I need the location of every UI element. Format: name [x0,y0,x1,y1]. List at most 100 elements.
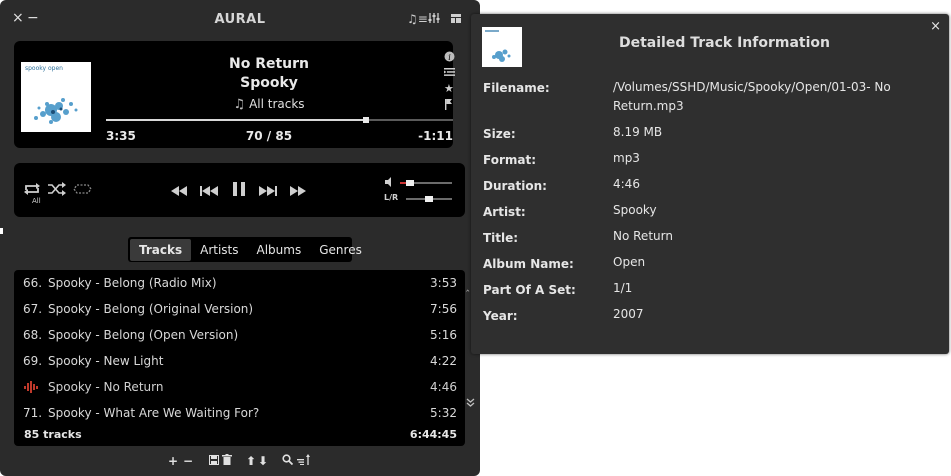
filename-value: /Volumes/SSHD/Music/Spooky/Open/01-03- N… [613,80,891,113]
next-track-icon[interactable] [259,184,277,198]
track-list: 66. Spooky - Belong (Radio Mix) 3:53 67.… [14,270,465,446]
music-note-icon: ♫ [233,97,246,112]
track-name: Spooky - Belong (Original Version) [48,302,254,316]
scroll-to-bottom-icon[interactable] [466,398,475,411]
duration-label: Duration: [483,179,547,193]
tab-genres[interactable]: Genres [310,239,371,261]
playlist-label: ♫ All tracks [104,97,434,112]
track-duration: 5:32 [430,406,457,420]
bookmark-icon[interactable] [444,99,453,113]
track-row[interactable]: 69. Spooky - New Light 4:22 [14,348,465,374]
scroll-up-icon[interactable]: ‸ [466,281,469,292]
track-row-playing[interactable]: Spooky - No Return 4:46 [14,374,465,400]
size-label: Size: [483,127,516,141]
track-position: 70 / 85 [245,129,293,143]
save-icon[interactable] [209,454,219,468]
track-name: Spooky - Belong (Radio Mix) [48,276,217,290]
balance-slider[interactable] [406,196,452,202]
track-row[interactable]: 67. Spooky - Belong (Original Version) 7… [14,296,465,322]
repeat-mode-label: All [32,197,41,205]
track-info-popover: × Detailed Track Information Filename: /… [471,14,949,354]
track-artist: Spooky [240,75,298,91]
album-name-label: Album Name: [483,257,574,271]
repeat-icon[interactable] [23,182,41,198]
artist-label: Artist: [483,205,526,219]
seek-bar[interactable] [106,117,453,123]
volume-icon[interactable] [385,177,395,190]
track-row[interactable]: 66. Spooky - Belong (Radio Mix) 3:53 [14,270,465,296]
album-art: spooky open [21,62,91,132]
format-value: mp3 [613,151,640,165]
track-count: 85 tracks [24,428,82,441]
move-down-icon[interactable]: ⬇ [258,454,268,468]
previous-track-icon[interactable] [200,184,218,198]
format-label: Format: [483,153,537,167]
tab-artists[interactable]: Artists [191,239,247,261]
track-number: 68. [23,328,43,342]
tab-albums[interactable]: Albums [248,239,311,261]
shuffle-icon[interactable] [47,182,67,198]
title-bar: × − AURAL ♫≡ [0,0,480,40]
track-number: 71. [23,406,43,420]
now-playing-icon [23,381,41,393]
effects-icon[interactable] [428,12,440,27]
volume-slider[interactable] [400,180,452,186]
balance-label: L/R [384,193,399,202]
resize-handle[interactable] [0,228,3,234]
playlist-toolbar: + − ⬆ ⬇ [0,448,480,476]
track-title: No Return [228,56,309,72]
player-window: × − AURAL ♫≡ spooky open No Return Spook… [0,0,480,476]
track-row[interactable]: 68. Spooky - Belong (Open Version) 5:16 [14,322,465,348]
part-of-set-label: Part Of A Set: [483,283,576,297]
title-label: Title: [483,231,519,245]
queue-icon[interactable] [444,67,455,80]
remove-icon[interactable]: − [183,454,193,468]
part-of-set-value: 1/1 [613,281,633,295]
track-duration: 7:56 [430,302,457,316]
favorite-star-icon[interactable]: ★ [444,82,454,95]
volume-slider-knob[interactable] [406,180,415,186]
now-playing-panel: spooky open No Return Spooky ♫ All tracks… [14,41,455,148]
seek-forward-icon[interactable] [290,184,306,198]
player-controls: All L/R [14,163,465,217]
playlist-toggle-icon[interactable]: ♫≡ [407,12,428,26]
info-close-icon[interactable]: × [930,19,941,34]
size-value: 8.19 MB [613,125,663,139]
remaining-time[interactable]: -1:11 [418,129,453,143]
seek-bar-fill [106,119,367,121]
trash-icon[interactable] [222,454,232,468]
year-value: 2007 [613,307,644,321]
sort-icon[interactable] [297,454,311,468]
track-duration: 4:46 [430,380,457,394]
title-value: No Return [613,229,673,243]
track-number: 67. [23,302,43,316]
track-row[interactable]: 71. Spooky - What Are We Waiting For? 5:… [14,400,465,426]
artist-value: Spooky [613,203,657,217]
track-name: Spooky - Belong (Open Version) [48,328,239,342]
info-panel-title: Detailed Track Information [619,35,830,51]
duration-value: 4:46 [613,177,640,191]
year-label: Year: [483,309,518,323]
loop-segment-icon[interactable] [73,182,93,198]
layout-icon[interactable] [450,12,462,27]
balance-slider-knob[interactable] [425,196,433,202]
album-name-value: Open [613,255,646,269]
info-icon[interactable]: i [444,51,455,65]
filename-label: Filename: [483,81,550,95]
pause-icon[interactable] [232,182,246,198]
playlist-name: All tracks [249,97,305,111]
add-icon[interactable]: + [168,454,178,468]
track-name: Spooky - What Are We Waiting For? [48,406,260,420]
track-duration: 3:53 [430,276,457,290]
seek-bar-knob[interactable] [363,117,370,123]
move-up-icon[interactable]: ⬆ [246,454,256,468]
search-icon[interactable] [282,454,294,468]
track-name: Spooky - No Return [48,380,164,394]
track-duration: 4:22 [430,354,457,368]
svg-text:i: i [448,53,451,62]
tab-tracks[interactable]: Tracks [130,238,192,261]
track-number: 66. [23,276,43,290]
seek-backward-icon[interactable] [171,184,187,198]
track-name: Spooky - New Light [48,354,164,368]
track-duration: 5:16 [430,328,457,342]
